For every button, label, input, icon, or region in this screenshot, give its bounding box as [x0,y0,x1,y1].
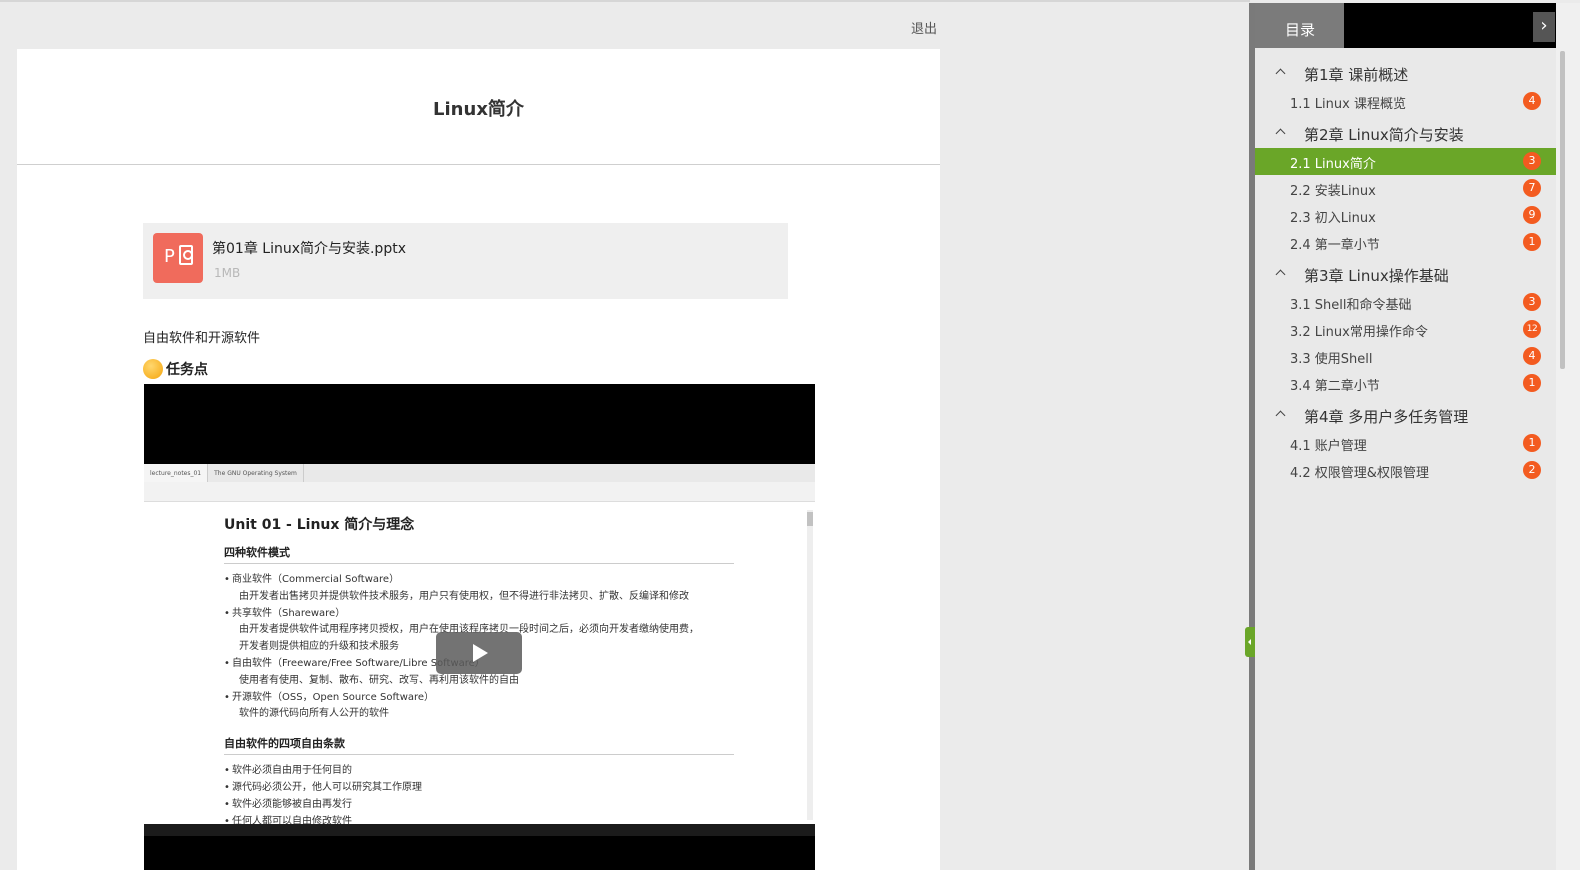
video-list-item: 软件必须自由用于任何目的 [224,763,734,780]
task-point-icon [143,359,163,379]
chevron-up-icon [1275,128,1286,139]
video-list-item: 使用者有使用、复制、散布、研究、改写、再利用该软件的自由 [239,674,519,686]
scrollbar-thumb[interactable] [1560,51,1565,369]
toc-item-label: 4.2 权限管理&权限管理 [1290,466,1429,481]
video-list-item: 软件必须能够被自由再发行 [224,797,734,814]
toc-chapter[interactable]: 第1章 课前概述 [1255,61,1556,88]
page-title: Linux简介 [433,98,524,120]
pptx-file-icon: P [153,233,203,283]
count-badge: 4 [1523,92,1541,110]
chevron-up-icon [1275,68,1286,79]
toc-chapter[interactable]: 第3章 Linux操作基础 [1255,262,1556,289]
section-text: 自由软件和开源软件 [143,331,261,346]
chapter-title: 第2章 Linux简介与安装 [1304,126,1464,144]
chapter-title: 第3章 Linux操作基础 [1304,267,1449,285]
task-point-label: 任务点 [166,362,208,378]
toc-item[interactable]: 1.1 Linux 课程概览 4 [1255,88,1556,115]
toc-item[interactable]: 3.3 使用Shell 4 [1255,343,1556,370]
video-taskbar [144,824,815,836]
video-list-item: 商业软件（Commercial Software） [224,572,734,589]
video-browser-tabs: lecture_notes_01 The GNU Operating Syste… [144,464,815,482]
play-button[interactable] [436,632,522,674]
sidebar-header: 目录 › [1255,3,1556,48]
count-badge: 9 [1523,206,1541,224]
toc-item-label: 3.4 第二章小节 [1290,379,1380,394]
toc-item-label: 3.3 使用Shell [1290,352,1373,367]
toc-item[interactable]: 4.1 账户管理 1 [1255,430,1556,457]
sidebar-scrollbar[interactable] [1556,3,1580,870]
toc-sidebar: 目录 › 第1章 课前概述 1.1 Linux 课程概览 4 第2章 Linux… [1255,3,1580,870]
attachment-file-size: 1MB [214,266,241,280]
video-list-item: 开源软件（OSS，Open Source Software） [224,690,734,707]
toc-item-label: 2.4 第一章小节 [1290,238,1380,253]
toc-item[interactable]: 3.1 Shell和命令基础 3 [1255,289,1556,316]
toc-item-active[interactable]: 2.1 Linux简介 3 [1255,148,1556,175]
attachment-card[interactable]: P 第01章 Linux简介与安装.pptx 1MB [143,223,788,299]
video-list-item: 由开发者出售拷贝并提供软件技术服务，用户只有使用权，但不得进行非法拷贝、扩散、反… [239,590,689,602]
count-badge: 3 [1523,152,1541,170]
sidebar-toggle-button[interactable]: › [1533,12,1555,42]
count-badge: 2 [1523,461,1541,479]
toc-item-label: 2.2 安装Linux [1290,184,1376,199]
video-browser-tab: The GNU Operating System [208,464,304,482]
collapse-handle[interactable] [1245,627,1255,657]
toc-tab[interactable]: 目录 [1255,3,1344,48]
count-badge: 12 [1523,320,1541,338]
task-point: 任务点 [143,359,208,379]
count-badge: 3 [1523,293,1541,311]
toc-item[interactable]: 2.3 初入Linux 9 [1255,202,1556,229]
toc-item[interactable]: 2.2 安装Linux 7 [1255,175,1556,202]
video-heading: Unit 01 - Linux 简介与理念 [224,517,415,533]
attachment-file-name[interactable]: 第01章 Linux简介与安装.pptx [212,238,406,258]
video-section-title: 自由软件的四项自由条款 [224,735,734,756]
toc-list: 第1章 课前概述 1.1 Linux 课程概览 4 第2章 Linux简介与安装… [1255,61,1556,484]
toc-item-label: 1.1 Linux 课程概览 [1290,97,1406,112]
video-section-title: 四种软件模式 [224,544,734,564]
logout-link[interactable]: 退出 [911,18,937,37]
toc-item[interactable]: 3.4 第二章小节 1 [1255,370,1556,397]
count-badge: 1 [1523,374,1541,392]
count-badge: 1 [1523,434,1541,452]
toc-item-label: 2.3 初入Linux [1290,211,1376,226]
chapter-title: 第4章 多用户多任务管理 [1304,408,1469,426]
title-area: Linux简介 [17,49,940,165]
chevron-up-icon [1275,269,1286,280]
toc-item[interactable]: 2.4 第一章小节 1 [1255,229,1556,256]
chevron-up-icon [1275,410,1286,421]
toc-item-label: 3.2 Linux常用操作命令 [1290,325,1428,340]
chapter-title: 第1章 课前概述 [1304,66,1409,84]
video-browser-tab: lecture_notes_01 [144,464,209,482]
toc-item-label: 3.1 Shell和命令基础 [1290,298,1412,313]
video-list-item: 共享软件（Shareware） [224,606,734,623]
top-divider [0,0,1250,2]
video-player[interactable]: lecture_notes_01 The GNU Operating Syste… [144,384,815,870]
toc-item[interactable]: 3.2 Linux常用操作命令 12 [1255,316,1556,343]
toc-item-label: 4.1 账户管理 [1290,439,1367,454]
toc-chapter[interactable]: 第4章 多用户多任务管理 [1255,403,1556,430]
video-list-item: 软件的源代码向所有人公开的软件 [239,708,389,720]
video-list-item: 源代码必须公开，他人可以研究其工作原理 [224,780,734,797]
toc-item-label: 2.1 Linux简介 [1290,157,1376,172]
toc-chapter[interactable]: 第2章 Linux简介与安装 [1255,121,1556,148]
video-address-bar [144,482,815,502]
count-badge: 7 [1523,179,1541,197]
video-list-item: 任何人都可以自由修改软件 [224,814,734,824]
video-frame-scrollbar [807,510,813,820]
toc-item[interactable]: 4.2 权限管理&权限管理 2 [1255,457,1556,484]
count-badge: 1 [1523,233,1541,251]
count-badge: 4 [1523,347,1541,365]
